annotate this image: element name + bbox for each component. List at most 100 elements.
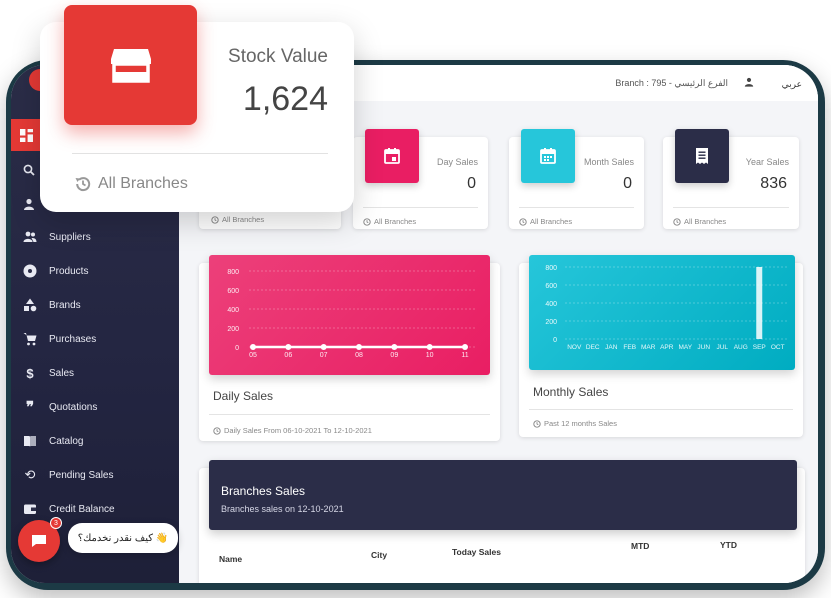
sidebar-item-catalog[interactable]: Catalog: [11, 428, 179, 454]
sidebar-item-sales[interactable]: $ Sales: [11, 360, 179, 386]
user-nav-button[interactable]: [19, 194, 39, 214]
dollar-icon: $: [26, 365, 34, 381]
sidebar-item-label: Products: [49, 265, 89, 277]
calendar-month-icon: [521, 129, 575, 183]
branches-sales-header: Branches Sales Branches sales on 12-10-2…: [209, 460, 797, 530]
y-tick-label: 200: [227, 326, 239, 333]
stock-value-card: Stock Value 1,624 All Branches: [40, 5, 354, 212]
card-footer: All Branches: [519, 217, 572, 226]
sync-icon: ⟲: [24, 467, 36, 482]
daily-sales-chart: 800 600 400 200 0 05 06 07 08 09 10 11: [227, 269, 477, 359]
chart-title: Daily Sales: [213, 389, 274, 403]
history-icon: [363, 217, 371, 226]
x-tick-label: MAR: [641, 344, 656, 351]
y-tick-label: 800: [227, 269, 239, 276]
data-point: [285, 344, 292, 350]
clock-icon: [533, 419, 541, 428]
x-tick-label: 05: [249, 352, 257, 359]
divider: [72, 153, 328, 154]
card-value: 0: [467, 175, 476, 192]
sidebar-item-quotations[interactable]: ❞ Quotations: [11, 394, 179, 420]
sidebar-item-label: Brands: [49, 299, 81, 311]
divider: [673, 207, 789, 208]
monthly-sales-chart: 800 600 400 200 0 NOV DEC JAN FEB MAR APR MAY JUN JUL…: [545, 265, 787, 351]
x-tick-label: NOV: [567, 344, 582, 351]
card-footer: All Branches: [673, 217, 726, 226]
user-icon[interactable]: [744, 77, 754, 87]
column-header-city[interactable]: City: [371, 550, 387, 560]
shapes-icon: [11, 298, 49, 312]
card-title: Day Sales: [436, 157, 478, 167]
x-tick-label: 10: [426, 352, 434, 359]
x-tick-label: 06: [284, 352, 292, 359]
day-sales-card: Day Sales 0 All Branches: [353, 129, 488, 229]
history-icon: [211, 215, 219, 224]
wallet-icon: [11, 502, 49, 516]
card-footer: All Branches: [211, 215, 264, 224]
chart-footer: Daily Sales From 06-10-2021 To 12-10-202…: [213, 426, 372, 435]
page: Suppliers Products Brands Purchases $ Sa…: [0, 0, 831, 598]
language-switch[interactable]: عربي: [782, 79, 802, 90]
sidebar-item-suppliers[interactable]: Suppliers: [11, 224, 179, 250]
data-point: [320, 344, 327, 350]
column-header-mtd[interactable]: MTD: [631, 541, 649, 551]
chart-title: Monthly Sales: [533, 385, 609, 399]
data-point: [250, 344, 256, 350]
disc-icon: [11, 264, 49, 278]
store-icon: [64, 5, 197, 125]
sidebar-item-brands[interactable]: Brands: [11, 292, 179, 318]
x-tick-label: 08: [355, 352, 363, 359]
branch-label: Branch : 795 - الفرع الرئيسي: [615, 78, 728, 88]
x-tick-label: 11: [461, 352, 468, 359]
sidebar-item-label: Sales: [49, 367, 75, 379]
column-header-name[interactable]: Name: [219, 554, 242, 564]
card-footer: All Branches: [363, 217, 416, 226]
dashboard-icon: [19, 128, 33, 142]
sidebar-item-label: Pending Sales: [49, 469, 114, 481]
history-icon: [75, 177, 91, 192]
dashboard-nav-button[interactable]: [11, 119, 41, 151]
section-subtitle: Branches sales on 12-10-2021: [221, 504, 344, 514]
data-point: [391, 344, 398, 350]
x-tick-label: OCT: [771, 344, 785, 351]
data-point: [462, 344, 468, 350]
card-value: 0: [623, 175, 632, 192]
divider: [529, 409, 793, 410]
section-title: Branches Sales: [221, 484, 306, 498]
cart-icon: [11, 332, 49, 346]
x-tick-label: MAY: [678, 344, 692, 351]
search-nav-button[interactable]: [19, 160, 39, 180]
receipt-icon: [675, 129, 729, 183]
column-header-ytd[interactable]: YTD: [720, 540, 737, 550]
branches-sales-card: Branches Sales Branches sales on 12-10-2…: [199, 460, 805, 583]
sidebar-item-products[interactable]: Products: [11, 258, 179, 284]
year-sales-card: Year Sales 836 All Branches: [663, 129, 799, 229]
x-tick-label: 09: [390, 352, 398, 359]
chat-unread-badge: 3: [50, 517, 62, 529]
divider: [209, 414, 490, 415]
y-tick-label: 200: [545, 319, 557, 326]
sidebar-item-pending-sales[interactable]: ⟲ Pending Sales: [11, 462, 179, 488]
divider: [363, 207, 478, 208]
column-header-today-sales[interactable]: Today Sales: [452, 547, 501, 557]
card-footer: All Branches: [74, 175, 188, 193]
daily-sales-card: 800 600 400 200 0 05 06 07 08 09 10 11 Daily Sales …: [199, 255, 500, 441]
x-tick-label: FEB: [623, 344, 636, 351]
y-tick-label: 0: [553, 337, 557, 344]
sidebar-item-label: Credit Balance: [49, 503, 115, 515]
y-tick-label: 600: [227, 288, 239, 295]
search-icon: [23, 164, 35, 176]
x-tick-label: DEC: [586, 344, 600, 351]
book-icon: [11, 434, 49, 448]
sidebar-item-credit-balance[interactable]: Credit Balance: [11, 496, 179, 522]
x-tick-label: SEP: [753, 344, 766, 351]
card-value: 836: [760, 175, 787, 192]
history-icon: [673, 217, 681, 226]
chat-greeting[interactable]: كيف نقدر نخدمك؟ 👋: [68, 523, 178, 553]
sidebar-item-purchases[interactable]: Purchases: [11, 326, 179, 352]
x-tick-label: JUL: [716, 344, 728, 351]
calendar-day-icon: [365, 129, 419, 183]
y-tick-label: 400: [545, 301, 557, 308]
data-point: [426, 344, 433, 350]
card-title: Year Sales: [745, 157, 789, 167]
